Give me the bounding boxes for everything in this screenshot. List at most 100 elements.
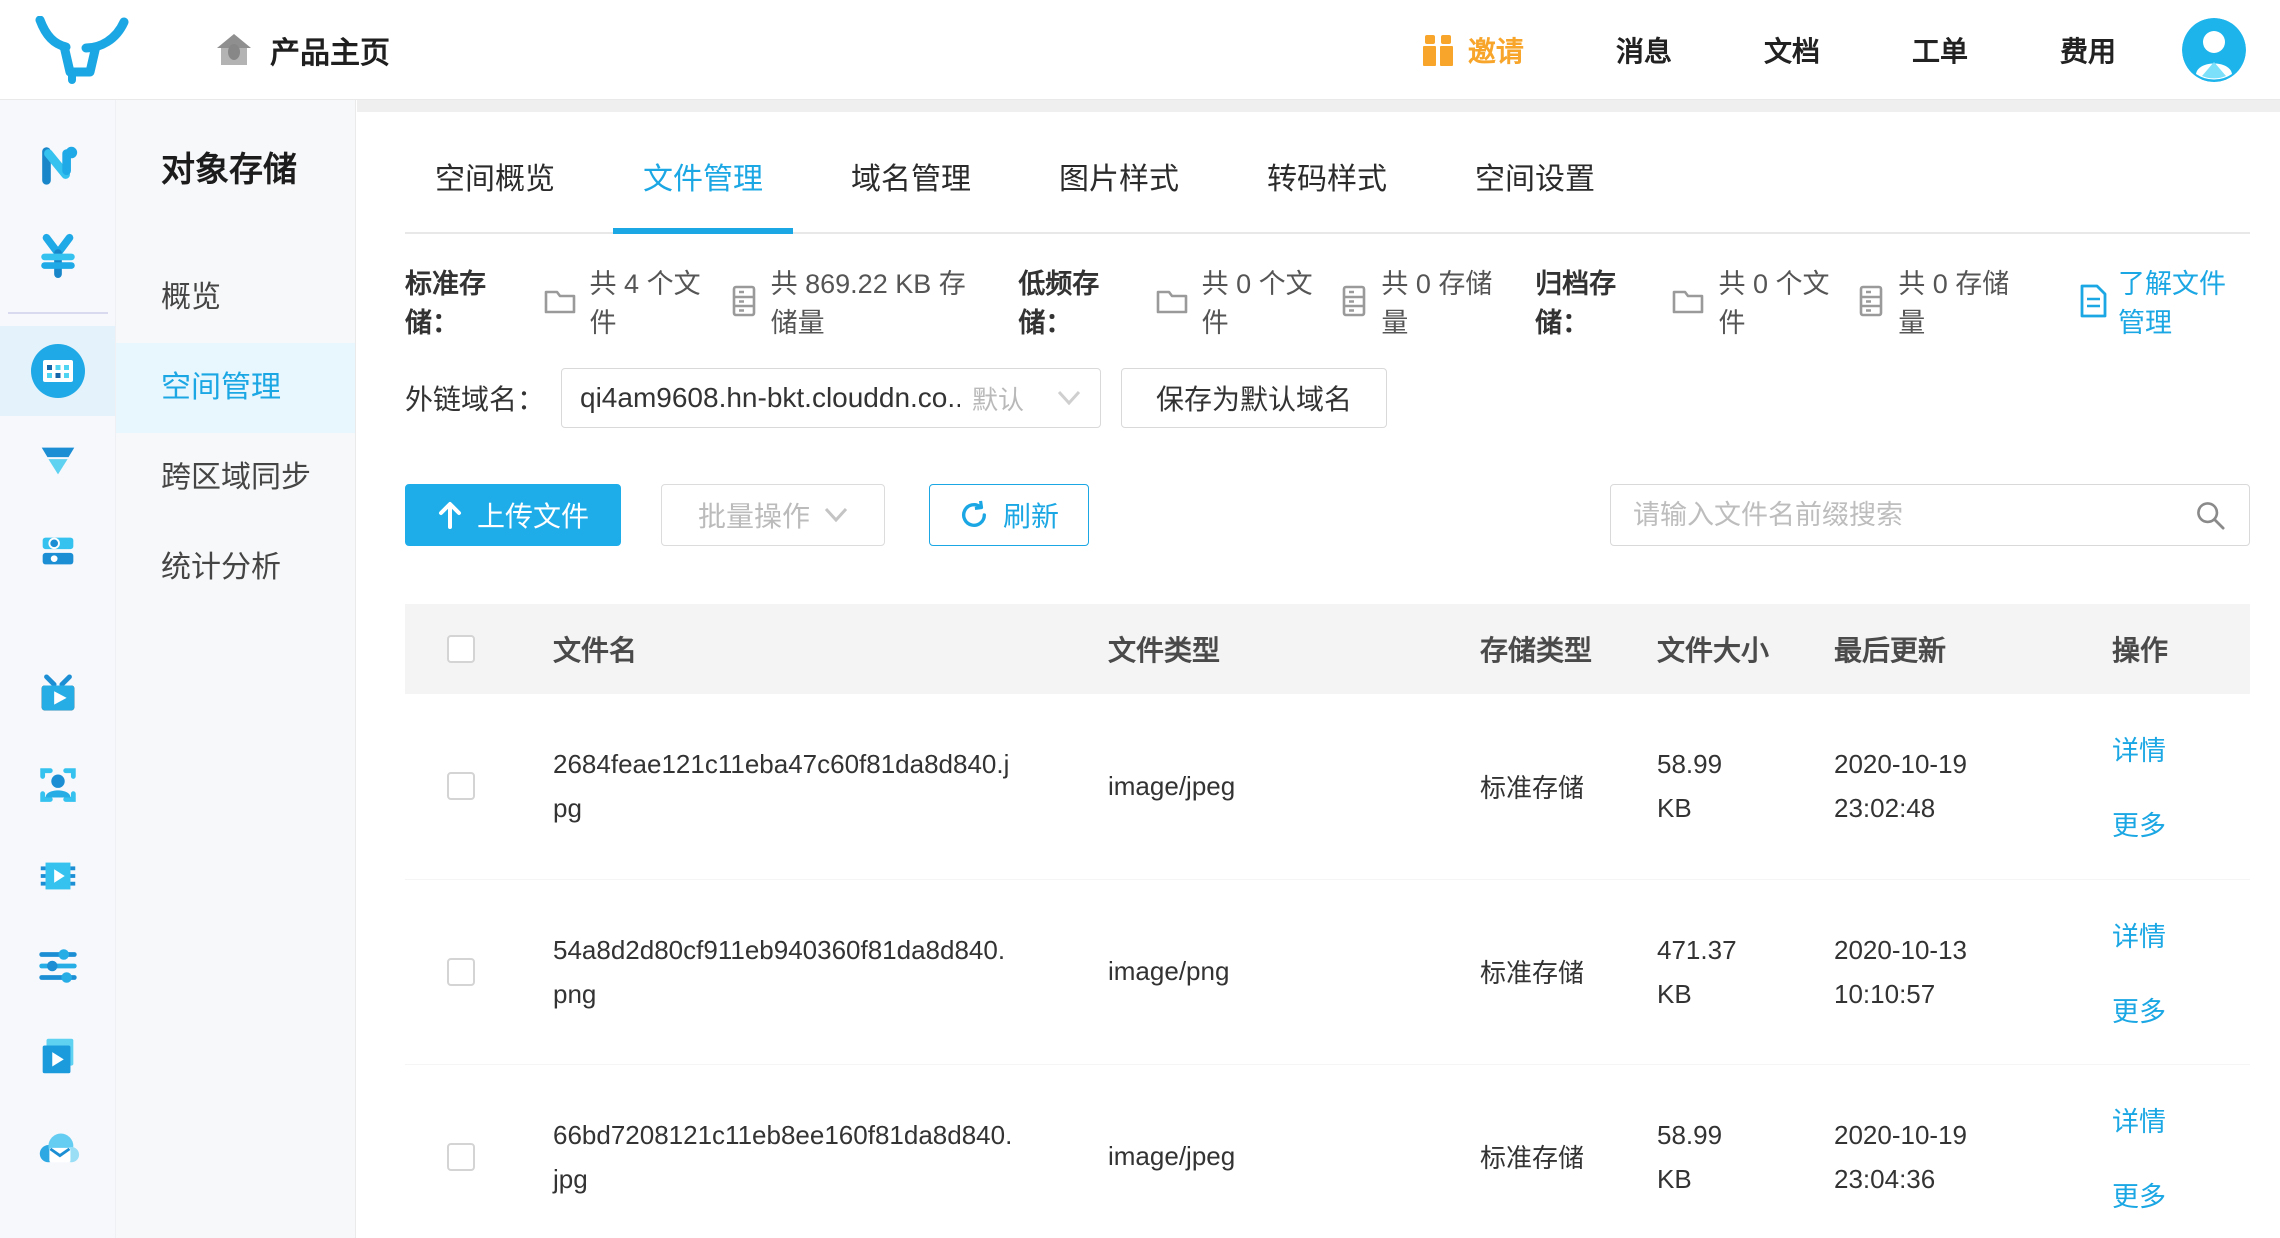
brand-r-icon: [35, 142, 81, 188]
col-last-updated: 最后更新: [1786, 604, 2064, 694]
domain-default-badge: 默认: [972, 380, 1024, 417]
stat-file-count: 共 4 个文件: [590, 262, 705, 340]
search-icon[interactable]: [2193, 498, 2227, 532]
upload-file-button[interactable]: 上传文件: [405, 484, 621, 546]
tab-domain-management[interactable]: 域名管理: [821, 154, 1001, 232]
nav-invite-label: 邀请: [1468, 30, 1524, 70]
sidebar-item-cross-region-sync[interactable]: 跨区域同步: [116, 433, 355, 523]
detail-link[interactable]: 详情: [2112, 915, 2250, 954]
stat-standard-storage: 标准存储： 共 4 个文件 共 869.22 KB 存储量: [405, 262, 978, 340]
nav-billing[interactable]: 费用: [2060, 30, 2116, 70]
learn-link-label: 了解文件管理: [2118, 262, 2250, 340]
nav-docs[interactable]: 文档: [1764, 30, 1820, 70]
col-actions: 操作: [2064, 604, 2250, 694]
file-toolbar: 上传文件 批量操作 刷新: [405, 484, 2250, 546]
chevron-down-icon: [1056, 389, 1082, 407]
domain-row: 外链域名： qi4am9608.hn-bkt.clouddn.co... 默认 …: [405, 368, 2250, 428]
rail-item-live[interactable]: [0, 651, 115, 741]
file-size: 471.37 KB: [1609, 879, 1786, 1064]
more-link[interactable]: 更多: [2112, 804, 2250, 843]
rail-item-dataprocess[interactable]: [0, 921, 115, 1011]
more-link[interactable]: 更多: [2112, 990, 2250, 1029]
cdn-triangle-icon: [35, 438, 81, 484]
stat-storage-amount: 共 0 存储量: [1381, 262, 1495, 340]
product-icon-rail: [0, 100, 116, 1238]
user-avatar[interactable]: [2182, 18, 2246, 82]
col-filesize: 文件大小: [1609, 604, 1786, 694]
row-actions: 详情 更多: [2064, 879, 2250, 1064]
file-name: 66bd7208121c11eb8ee160f81da8d840.jpg: [505, 1064, 1060, 1238]
film-play-icon: [35, 853, 81, 899]
sidebar-item-statistics[interactable]: 统计分析: [116, 523, 355, 613]
upload-arrow-icon: [437, 501, 463, 529]
rail-item-vod[interactable]: [0, 1011, 115, 1101]
more-link[interactable]: 更多: [2112, 1175, 2250, 1214]
tab-transcode-styles[interactable]: 转码样式: [1237, 154, 1417, 232]
row-actions: 详情 更多: [2064, 694, 2250, 879]
folder-icon: [1156, 287, 1188, 315]
file-type: image/jpeg: [1060, 1064, 1432, 1238]
detail-link[interactable]: 详情: [2112, 729, 2250, 768]
domain-value: qi4am9608.hn-bkt.clouddn.co...: [580, 382, 960, 414]
table-row: 54a8d2d80cf911eb940360f81da8d840.png ima…: [405, 879, 2250, 1064]
rail-item-server[interactable]: [0, 506, 115, 596]
last-updated: 2020-10-19 23:02:48: [1786, 694, 2064, 879]
upload-button-label: 上传文件: [477, 495, 589, 535]
rail-item-media[interactable]: [0, 831, 115, 921]
refresh-button[interactable]: 刷新: [929, 484, 1089, 546]
rail-item-cdn[interactable]: [0, 416, 115, 506]
last-updated: 2020-10-19 23:04:36: [1786, 1064, 2064, 1238]
sidebar-item-overview[interactable]: 概览: [116, 253, 355, 343]
sidebar-item-space-management[interactable]: 空间管理: [116, 343, 355, 433]
col-filename: 文件名: [505, 604, 1060, 694]
tab-file-management[interactable]: 文件管理: [613, 154, 793, 232]
search-input[interactable]: [1633, 500, 2193, 531]
rail-item-face[interactable]: [0, 741, 115, 831]
server-database-icon: [35, 528, 81, 574]
tab-image-styles[interactable]: 图片样式: [1029, 154, 1209, 232]
batch-actions-button[interactable]: 批量操作: [661, 484, 885, 546]
tab-space-overview[interactable]: 空间概览: [405, 154, 585, 232]
tab-space-settings[interactable]: 空间设置: [1445, 154, 1625, 232]
file-size: 58.99 KB: [1609, 1064, 1786, 1238]
nav-tickets[interactable]: 工单: [1912, 30, 1968, 70]
bucket-tabs: 空间概览 文件管理 域名管理 图片样式 转码样式 空间设置: [405, 154, 2250, 234]
stat-archive-storage: 归档存储： 共 0 个文件 共 0 存储量: [1535, 262, 2012, 340]
qiniu-bull-logo[interactable]: [34, 16, 130, 84]
refresh-icon: [959, 500, 989, 530]
rail-item-brand-r[interactable]: [0, 120, 115, 210]
database-icon: [731, 285, 757, 317]
yuan-finance-icon: [35, 232, 81, 278]
file-search-box: [1610, 484, 2250, 546]
rail-item-finance[interactable]: [0, 210, 115, 300]
scroll-edge-strip: [357, 100, 2280, 112]
detail-link[interactable]: 详情: [2112, 1100, 2250, 1139]
rail-item-cloudmail[interactable]: [0, 1101, 115, 1191]
save-default-domain-button[interactable]: 保存为默认域名: [1121, 368, 1387, 428]
learn-file-management-link[interactable]: 了解文件管理: [2052, 262, 2250, 340]
storage-sidebar: 对象存储 概览 空间管理 跨区域同步 统计分析: [116, 100, 356, 1238]
nav-invite[interactable]: 邀请: [1420, 30, 1524, 70]
rail-item-object-storage[interactable]: [0, 326, 115, 416]
row-checkbox[interactable]: [447, 1143, 475, 1171]
file-name: 2684feae121c11eba47c60f81da8d840.jpg: [505, 694, 1060, 879]
face-recognition-icon: [35, 763, 81, 809]
product-home-link[interactable]: 产品主页: [214, 28, 390, 72]
row-checkbox[interactable]: [447, 958, 475, 986]
folder-icon: [1672, 287, 1704, 315]
file-type: image/jpeg: [1060, 694, 1432, 879]
domain-select[interactable]: qi4am9608.hn-bkt.clouddn.co... 默认: [561, 368, 1101, 428]
stat-label: 归档存储：: [1535, 262, 1646, 340]
file-table: 文件名 文件类型 存储类型 文件大小 最后更新 操作 2684feae121c1…: [405, 604, 2250, 1238]
folder-icon: [544, 287, 576, 315]
col-filetype: 文件类型: [1060, 604, 1432, 694]
stat-storage-amount: 共 0 存储量: [1898, 262, 2012, 340]
row-checkbox[interactable]: [447, 772, 475, 800]
document-icon: [2078, 284, 2108, 318]
live-tv-icon: [35, 673, 81, 719]
select-all-checkbox[interactable]: [447, 635, 475, 663]
storage-stats-row: 标准存储： 共 4 个文件 共 869.22 KB 存储量 低频存储： 共 0 …: [405, 278, 2250, 324]
nav-messages[interactable]: 消息: [1616, 30, 1672, 70]
chevron-down-icon: [824, 507, 848, 523]
storage-class: 标准存储: [1432, 694, 1609, 879]
